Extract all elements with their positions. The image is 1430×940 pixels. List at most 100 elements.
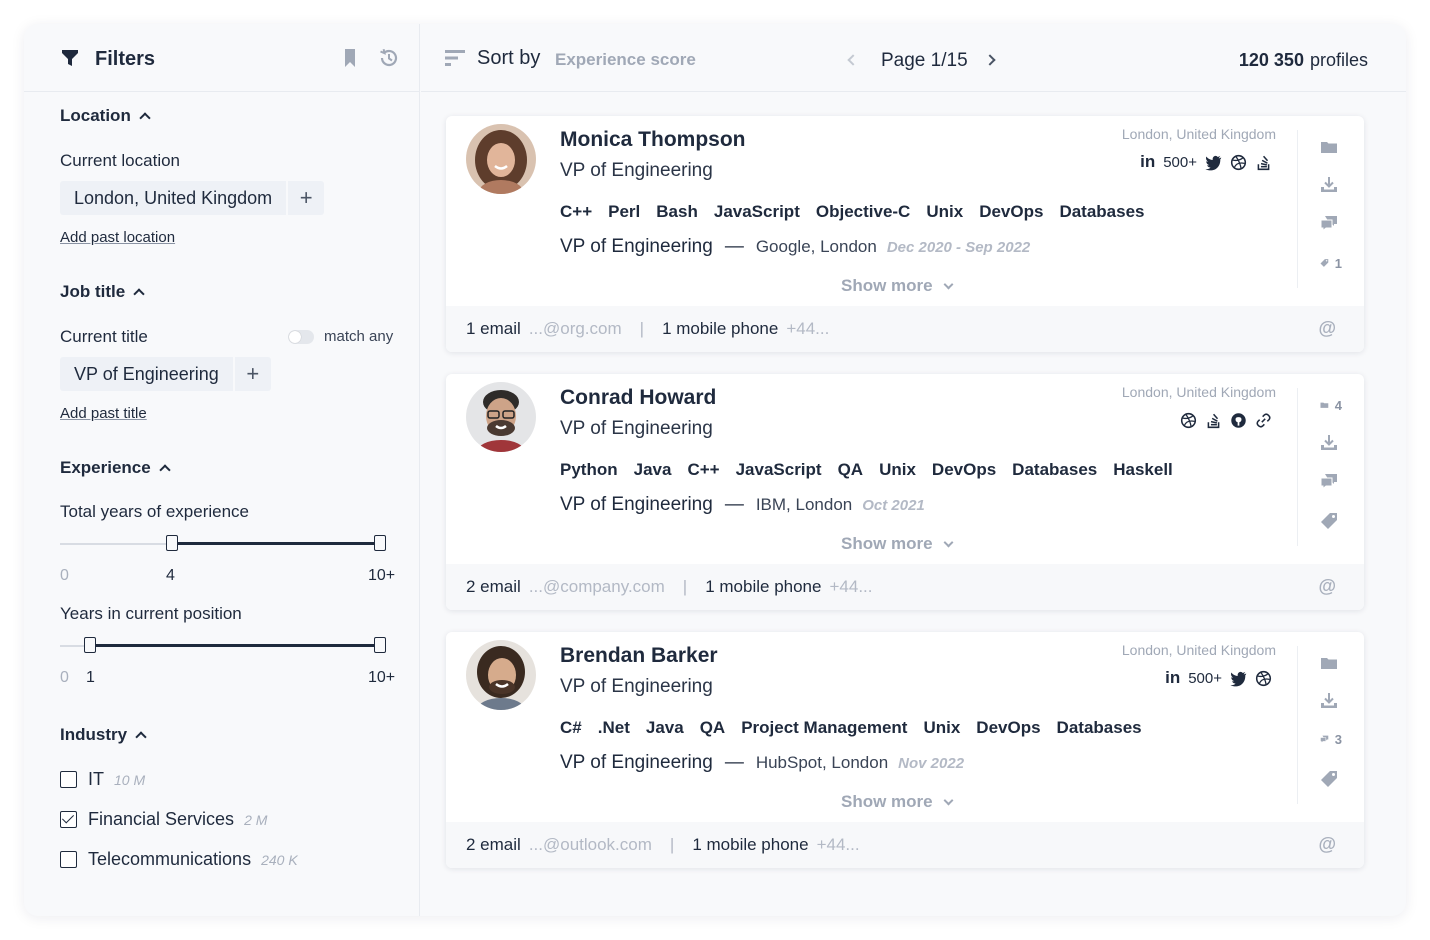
linkedin-icon[interactable]: in — [1140, 152, 1155, 172]
slider-min-handle[interactable] — [166, 535, 178, 551]
location-section-toggle[interactable]: Location — [60, 106, 151, 126]
avatar[interactable] — [466, 382, 536, 452]
position-title: VP of Engineering — [560, 752, 713, 773]
at-icon[interactable]: @ — [1318, 576, 1336, 597]
industry-checkbox-it[interactable] — [60, 771, 77, 788]
total-experience-slider[interactable] — [60, 535, 386, 551]
skill-tag: Unix — [879, 460, 916, 479]
industry-section-toggle[interactable]: Industry — [60, 725, 147, 745]
page-prev-chevron-icon[interactable] — [847, 54, 859, 66]
total-experience-max: 10+ — [368, 567, 396, 584]
link-icon[interactable] — [1255, 412, 1272, 429]
current-title-value[interactable]: VP of Engineering — [60, 357, 233, 391]
twitter-icon[interactable] — [1230, 670, 1247, 687]
dribbble-icon[interactable] — [1255, 670, 1272, 687]
tag-button[interactable] — [1320, 768, 1342, 790]
linkedin-icon[interactable]: in — [1165, 668, 1180, 688]
tag-count: 1 — [1334, 255, 1342, 271]
profile-name[interactable]: Monica Thompson — [560, 128, 746, 152]
tag-button[interactable] — [1320, 510, 1342, 532]
profile-card[interactable]: Conrad Howard VP of Engineering London, … — [446, 374, 1364, 610]
current-location-value[interactable]: London, United Kingdom — [60, 181, 287, 215]
profile-location: London, United Kingdom — [1121, 384, 1276, 400]
industry-count: 10 M — [114, 772, 146, 788]
contact-separator: | — [639, 319, 645, 338]
stackoverflow-icon[interactable] — [1205, 412, 1222, 429]
slider-fill — [90, 644, 380, 647]
tag-icon — [1321, 513, 1337, 529]
profile-card[interactable]: Monica Thompson VP of Engineering London… — [446, 116, 1364, 352]
show-more-label: Show more — [841, 792, 933, 811]
show-more-button[interactable]: Show more — [841, 276, 954, 296]
at-icon[interactable]: @ — [1318, 834, 1336, 855]
comment-button[interactable]: 3 — [1320, 728, 1342, 750]
chevron-down-icon — [943, 537, 954, 548]
bookmark-icon[interactable] — [342, 48, 358, 68]
download-button[interactable] — [1320, 690, 1342, 712]
phone-count[interactable]: 1 mobile phone — [705, 577, 821, 596]
industry-label-financial-services[interactable]: Financial Services 2 M — [88, 809, 267, 830]
skill-tag: Perl — [608, 202, 641, 221]
email-count[interactable]: 2 email — [466, 577, 521, 596]
tag-button[interactable]: 1 — [1320, 252, 1342, 274]
phone-count[interactable]: 1 mobile phone — [692, 835, 808, 854]
dribbble-icon[interactable] — [1230, 154, 1247, 171]
profile-card[interactable]: Brendan Barker VP of Engineering London,… — [446, 632, 1364, 868]
page-indicator: Page 1/15 — [881, 50, 968, 71]
add-title-plus-icon[interactable]: + — [234, 357, 271, 391]
add-location-plus-icon[interactable]: + — [288, 181, 325, 215]
add-past-location-link[interactable]: Add past location — [60, 229, 175, 246]
avatar[interactable] — [466, 124, 536, 194]
email-count[interactable]: 1 email — [466, 319, 521, 338]
match-any-toggle[interactable] — [288, 330, 314, 344]
show-more-button[interactable]: Show more — [841, 534, 954, 554]
comment-icon — [1320, 735, 1329, 744]
slider-max-handle[interactable] — [374, 535, 386, 551]
folder-count: 4 — [1334, 397, 1342, 413]
github-icon[interactable] — [1230, 412, 1247, 429]
sort-by-dropdown[interactable]: Experience score — [555, 50, 696, 70]
industry-label-telecommunications[interactable]: Telecommunications 240 K — [88, 849, 298, 870]
slider-max-handle[interactable] — [374, 637, 386, 653]
results-toolbar: Sort by Experience score Page 1/15 120 3… — [421, 24, 1406, 92]
twitter-icon[interactable] — [1205, 154, 1222, 171]
location-title: Location — [60, 106, 131, 125]
sort-icon[interactable] — [445, 50, 465, 66]
at-icon[interactable]: @ — [1318, 318, 1336, 339]
profile-name[interactable]: Brendan Barker — [560, 644, 718, 668]
comment-button[interactable] — [1320, 212, 1342, 234]
profile-name[interactable]: Conrad Howard — [560, 386, 716, 410]
avatar[interactable] — [466, 640, 536, 710]
folder-button[interactable]: 4 — [1320, 394, 1342, 416]
divider — [1297, 130, 1298, 288]
experience-section-toggle[interactable]: Experience — [60, 458, 171, 478]
app-window: Filters Location Current location London… — [24, 24, 1406, 916]
position-separator: — — [724, 752, 744, 773]
dribbble-icon[interactable] — [1180, 412, 1197, 429]
job-title-section-toggle[interactable]: Job title — [60, 282, 145, 302]
position-company: HubSpot, London — [755, 753, 889, 772]
tag-icon — [1320, 259, 1329, 267]
phone-count[interactable]: 1 mobile phone — [662, 319, 778, 338]
folder-button[interactable] — [1320, 136, 1342, 158]
slider-min-handle[interactable] — [84, 637, 96, 653]
email-count[interactable]: 2 email — [466, 835, 521, 854]
page-next-chevron-icon[interactable] — [984, 54, 996, 66]
position-separator: — — [724, 236, 744, 257]
comment-button[interactable] — [1320, 470, 1342, 492]
filters-sidebar: Filters Location Current location London… — [24, 24, 420, 916]
show-more-button[interactable]: Show more — [841, 792, 954, 812]
history-icon[interactable] — [378, 47, 400, 69]
add-past-title-link[interactable]: Add past title — [60, 405, 147, 422]
download-button[interactable] — [1320, 432, 1342, 454]
current-position: VP of Engineering — Google, London Dec 2020… — [560, 236, 1030, 258]
industry-checkbox-financial-services[interactable] — [60, 811, 77, 828]
industry-label-it[interactable]: IT 10 M — [88, 769, 145, 790]
years-position-slider[interactable] — [60, 637, 386, 653]
stackoverflow-icon[interactable] — [1255, 154, 1272, 171]
profile-title: VP of Engineering — [560, 676, 713, 697]
skill-tag: Unix — [926, 202, 964, 221]
industry-checkbox-telecommunications[interactable] — [60, 851, 77, 868]
folder-button[interactable] — [1320, 652, 1342, 674]
download-button[interactable] — [1320, 174, 1342, 196]
